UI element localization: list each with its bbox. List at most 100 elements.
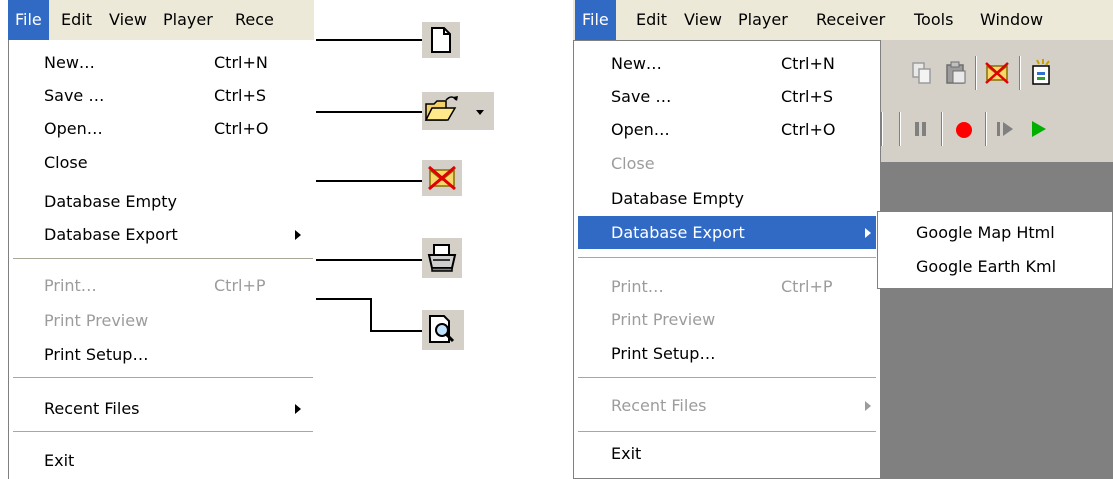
submenu-item-google-earth-kml[interactable]: Google Earth Kml: [916, 250, 1106, 283]
menu-item-label: Open…: [44, 119, 103, 138]
wizard-icon[interactable]: [1029, 58, 1057, 88]
menu-item-print: Print… Ctrl+P: [611, 270, 871, 303]
menu-item-label: New…: [611, 54, 662, 73]
play-icon[interactable]: [1027, 118, 1049, 140]
toolbar-separator: [881, 112, 883, 146]
menu-item-label: Save …: [611, 87, 672, 106]
menu-item-open[interactable]: Open… Ctrl+O: [44, 112, 304, 145]
toolbar-separator: [975, 56, 977, 90]
close-database-icon[interactable]: [983, 60, 1011, 86]
menu-item-label: Exit: [611, 444, 642, 463]
toolbar-separator: [1019, 56, 1021, 90]
step-forward-icon[interactable]: [993, 118, 1017, 140]
menu-item-shortcut: Ctrl+N: [781, 54, 835, 73]
menu-item-database-export[interactable]: Database Export: [578, 216, 876, 249]
menu-item-close[interactable]: Close: [44, 146, 304, 179]
menu-item-label: Save …: [44, 86, 105, 105]
menu-item-save[interactable]: Save … Ctrl+S: [44, 79, 304, 112]
menu-edit[interactable]: Edit: [629, 0, 674, 40]
menu-separator: [578, 431, 876, 433]
connector-line: [316, 39, 422, 41]
menu-item-label: Print Preview: [611, 310, 716, 329]
menu-item-print-setup[interactable]: Print Setup…: [611, 337, 871, 370]
menu-item-database-empty[interactable]: Database Empty: [611, 182, 871, 215]
menu-item-label: Database Export: [44, 225, 178, 244]
menu-edit[interactable]: Edit: [54, 0, 99, 40]
menu-item-shortcut: Ctrl+O: [214, 119, 269, 138]
connector-line: [316, 111, 422, 113]
menu-item-print-setup[interactable]: Print Setup…: [44, 338, 304, 371]
menu-item-label: Close: [611, 154, 655, 173]
menu-item-exit[interactable]: Exit: [44, 444, 304, 477]
menu-item-label: Database Export: [611, 223, 745, 242]
menu-receiver[interactable]: Receiver: [809, 0, 892, 40]
menu-item-label: Recent Files: [44, 399, 140, 418]
menu-view[interactable]: View: [677, 0, 729, 40]
connector-line: [316, 298, 372, 300]
menu-item-shortcut: Ctrl+S: [781, 87, 834, 106]
toolbar: [873, 40, 1113, 162]
menu-receiver[interactable]: Rece: [228, 0, 281, 40]
menu-item-label: Close: [44, 153, 88, 172]
menu-item-new[interactable]: New… Ctrl+N: [44, 46, 304, 79]
menu-item-label: Database Empty: [611, 189, 745, 208]
menu-item-label: Print Preview: [44, 311, 149, 330]
menu-player[interactable]: Player: [731, 0, 795, 40]
menu-item-new[interactable]: New… Ctrl+N: [611, 47, 871, 80]
menu-item-print-preview: Print Preview: [611, 303, 871, 336]
menu-item-label: Recent Files: [611, 396, 707, 415]
menu-file[interactable]: File: [575, 0, 616, 40]
menu-item-label: Google Map Html: [916, 223, 1055, 242]
submenu-arrow-icon: [295, 404, 301, 414]
pause-icon[interactable]: [911, 118, 931, 140]
menu-item-database-export[interactable]: Database Export: [44, 218, 304, 251]
menu-window[interactable]: Window: [973, 0, 1050, 40]
open-folder-icon: [422, 92, 494, 130]
menu-item-close: Close: [611, 147, 871, 180]
menu-item-exit[interactable]: Exit: [611, 437, 871, 470]
menu-separator: [578, 257, 876, 259]
workspace: [873, 162, 1113, 479]
menu-item-label: Open…: [611, 120, 670, 139]
menu-item-label: Print…: [611, 277, 664, 296]
menu-item-shortcut: Ctrl+P: [214, 276, 266, 295]
paste-icon[interactable]: [943, 60, 969, 86]
left-file-menu: New… Ctrl+N Save … Ctrl+S Open… Ctrl+O C…: [8, 40, 315, 479]
menu-item-print-preview: Print Preview: [44, 304, 304, 337]
menu-item-label: New…: [44, 53, 95, 72]
menu-separator: [13, 258, 313, 260]
menu-view[interactable]: View: [102, 0, 154, 40]
toolbar-separator: [985, 112, 987, 146]
menu-tools[interactable]: Tools: [907, 0, 960, 40]
menu-player[interactable]: Player: [156, 0, 220, 40]
menu-item-print: Print… Ctrl+P: [44, 269, 304, 302]
submenu-item-google-map-html[interactable]: Google Map Html: [916, 216, 1106, 249]
connector-line: [370, 298, 372, 330]
menu-separator: [13, 377, 313, 379]
menu-item-database-empty[interactable]: Database Empty: [44, 185, 304, 218]
submenu-arrow-icon: [865, 228, 871, 238]
menu-separator: [13, 431, 313, 433]
menu-file[interactable]: File: [8, 0, 49, 40]
menu-item-label: Print Setup…: [44, 345, 149, 364]
right-file-menu: New… Ctrl+N Save … Ctrl+S Open… Ctrl+O C…: [573, 40, 881, 479]
menu-item-recent-files[interactable]: Recent Files: [44, 392, 304, 425]
copy-icon[interactable]: [909, 60, 935, 86]
record-icon[interactable]: [953, 119, 975, 141]
submenu-arrow-icon: [865, 401, 871, 411]
toolbar-separator: [941, 112, 943, 146]
menu-item-shortcut: Ctrl+N: [214, 53, 268, 72]
menu-item-label: Database Empty: [44, 192, 178, 211]
menu-item-open[interactable]: Open… Ctrl+O: [611, 113, 871, 146]
right-window: File Edit View Player Receiver Tools Win…: [573, 0, 1113, 479]
menu-item-shortcut: Ctrl+O: [781, 120, 836, 139]
connector-line: [316, 259, 422, 261]
menu-item-shortcut: Ctrl+P: [781, 277, 833, 296]
menu-item-save[interactable]: Save … Ctrl+S: [611, 80, 871, 113]
menu-item-recent-files: Recent Files: [611, 389, 871, 422]
toolbar-separator: [899, 112, 901, 146]
left-menubar: File Edit View Player Rece: [8, 0, 314, 40]
menu-item-label: Exit: [44, 451, 75, 470]
print-preview-icon: [422, 310, 464, 350]
menu-separator: [578, 377, 876, 379]
